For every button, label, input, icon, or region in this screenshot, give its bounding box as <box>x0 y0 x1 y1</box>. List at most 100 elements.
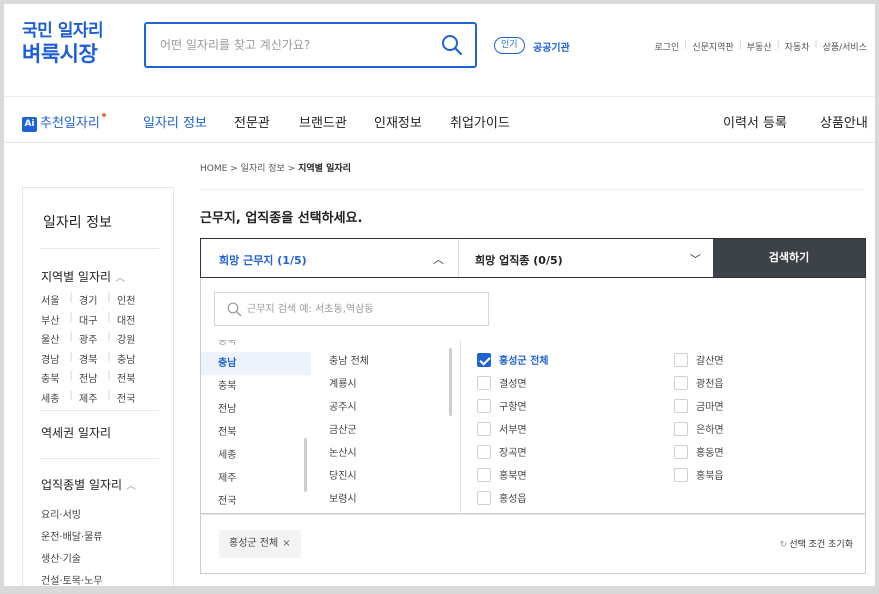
selected-chip[interactable]: 홍성군 전체 × <box>219 530 301 558</box>
checkbox-icon[interactable] <box>477 422 491 436</box>
nav-talent-info[interactable]: 인재정보 <box>374 112 422 131</box>
district-checkbox[interactable]: 광천읍 <box>674 376 724 392</box>
nav-product-info[interactable]: 상품안내 <box>820 112 868 131</box>
province-option[interactable]: 세종 <box>201 444 311 467</box>
region-link[interactable]: 경남 <box>41 351 63 371</box>
job-item-production[interactable]: 생산·기술 <box>41 550 81 565</box>
region-link[interactable]: 경기 <box>79 292 101 312</box>
site-logo[interactable]: 국민 일자리 벼룩시장 <box>22 21 104 66</box>
job-item-construction[interactable]: 건설·토목·노무 <box>41 572 103 586</box>
district-checkbox[interactable]: 갈산면 <box>674 353 724 369</box>
real-estate-link[interactable]: 부동산 <box>747 40 772 53</box>
region-link[interactable]: 제주 <box>79 390 101 410</box>
checkbox-icon[interactable] <box>674 468 688 482</box>
province-option[interactable]: 전북 <box>201 421 311 444</box>
district-checkbox[interactable]: 서부면 <box>477 422 527 438</box>
city-scrollbar[interactable] <box>449 348 452 416</box>
nav-brand[interactable]: 브랜드관 <box>299 112 347 131</box>
job-selector[interactable]: 희망 업직종 (0/5) ﹀ <box>459 239 715 277</box>
city-option[interactable]: 금산군 <box>311 419 456 442</box>
checkbox-icon[interactable] <box>477 399 491 413</box>
nav-specialty[interactable]: 전문관 <box>234 112 270 131</box>
popular-badge: 인기 <box>494 37 525 54</box>
province-option[interactable]: 전국 <box>201 490 311 513</box>
job-category-label: 업직종별 일자리 <box>41 478 123 492</box>
region-link[interactable]: 광주 <box>79 331 101 351</box>
job-category-heading[interactable]: 업직종별 일자리 ︿ <box>41 476 136 493</box>
city-option[interactable]: 보령시 <box>311 488 456 511</box>
checkbox-icon[interactable] <box>674 376 688 390</box>
province-scrollbar[interactable] <box>304 438 307 492</box>
checkbox-icon[interactable] <box>674 399 688 413</box>
product-service-link[interactable]: 상품/서비스 <box>823 40 867 53</box>
region-link[interactable]: 대구 <box>79 312 101 332</box>
region-link[interactable]: 부산 <box>41 312 63 332</box>
location-selector[interactable]: 희망 근무지 (1/5) ︿ <box>201 239 459 277</box>
district-checkbox[interactable]: 홍성읍 <box>477 491 527 507</box>
breadcrumb-job-info[interactable]: 일자리 정보 <box>241 164 285 174</box>
district-checkbox[interactable]: 은하면 <box>674 422 724 438</box>
job-item-cooking[interactable]: 요리·서빙 <box>41 506 81 521</box>
nav-job-guide[interactable]: 취업가이드 <box>450 112 510 131</box>
breadcrumb-home[interactable]: HOME <box>200 164 227 174</box>
nav-job-info[interactable]: 일자리 정보 <box>143 112 207 131</box>
selector-bar: 희망 근무지 (1/5) ︿ 희망 업직종 (0/5) ﹀ 검색하기 <box>200 238 866 278</box>
district-checkbox[interactable]: 장곡면 <box>477 445 527 461</box>
car-link[interactable]: 자동차 <box>785 40 810 53</box>
city-option[interactable]: 계룡시 <box>311 373 456 396</box>
city-option[interactable]: 논산시 <box>311 442 456 465</box>
district-checkbox[interactable]: 홍북읍 <box>674 468 724 484</box>
job-item-driving[interactable]: 운전·배달·물류 <box>41 528 103 543</box>
region-link[interactable]: 대전 <box>117 312 139 332</box>
search-button[interactable]: 검색하기 <box>713 239 865 277</box>
nav-resume-register[interactable]: 이력서 등록 <box>723 112 787 131</box>
district-checkbox[interactable]: 홍동면 <box>674 445 724 461</box>
checkbox-checked-icon[interactable] <box>477 353 491 367</box>
region-link[interactable]: 울산 <box>41 331 63 351</box>
search-icon[interactable] <box>441 34 463 56</box>
login-link[interactable]: 로그인 <box>654 40 679 53</box>
checkbox-icon[interactable] <box>477 445 491 459</box>
province-option[interactable]: 충남 <box>201 352 311 375</box>
region-link[interactable]: 경북 <box>79 351 101 371</box>
divider: | <box>107 370 111 381</box>
region-link[interactable]: 전국 <box>117 390 139 410</box>
checkbox-icon[interactable] <box>674 422 688 436</box>
city-option[interactable]: 공주시 <box>311 396 456 419</box>
region-jobs-heading[interactable]: 지역별 일자리 ︿ <box>41 268 125 285</box>
nav-recommended-jobs[interactable]: Ai 추천일자리 <box>22 112 106 132</box>
checkbox-icon[interactable] <box>477 468 491 482</box>
region-link[interactable]: 강원 <box>117 331 139 351</box>
newspaper-region-link[interactable]: 신문지역판 <box>692 40 733 53</box>
popular-keyword-link[interactable]: 공공기관 <box>533 39 570 54</box>
district-checkbox[interactable]: 금마면 <box>674 399 724 415</box>
region-link[interactable]: 전북 <box>117 370 139 390</box>
station-jobs-heading[interactable]: 역세권 일자리 <box>41 424 111 441</box>
province-option[interactable]: 전남 <box>201 398 311 421</box>
city-option[interactable]: 당진시 <box>311 465 456 488</box>
location-search-input[interactable] <box>247 301 477 317</box>
checkbox-icon[interactable] <box>477 376 491 390</box>
district-checkbox[interactable]: 홍성군 전체 <box>477 353 548 369</box>
region-link[interactable]: 세종 <box>41 390 63 410</box>
district-checkbox[interactable]: 결성면 <box>477 376 527 392</box>
search-input[interactable] <box>160 35 420 55</box>
region-link[interactable]: 서울 <box>41 292 63 312</box>
city-option[interactable]: 충남 전체 <box>311 350 456 373</box>
divider: | <box>69 370 73 381</box>
region-link[interactable]: 충북 <box>41 370 63 390</box>
page: 국민 일자리 벼룩시장 인기 공공기관 로그인 | 신문지역판 | 부동산 | 자동차… <box>4 4 875 586</box>
checkbox-icon[interactable] <box>674 445 688 459</box>
region-link[interactable]: 충남 <box>117 351 139 371</box>
checkbox-icon[interactable] <box>674 353 688 367</box>
province-option[interactable]: 충북 <box>201 375 311 398</box>
close-icon[interactable]: × <box>282 538 290 549</box>
district-checkbox[interactable]: 홍북면 <box>477 468 527 484</box>
district-checkbox[interactable]: 구항면 <box>477 399 527 415</box>
checkbox-icon[interactable] <box>477 491 491 505</box>
province-option[interactable]: 제주 <box>201 467 311 490</box>
divider: | <box>69 350 73 362</box>
region-link[interactable]: 전남 <box>79 370 101 390</box>
reset-button[interactable]: ↻ 선택 조건 초기화 <box>780 537 853 550</box>
region-link[interactable]: 인천 <box>117 292 139 312</box>
